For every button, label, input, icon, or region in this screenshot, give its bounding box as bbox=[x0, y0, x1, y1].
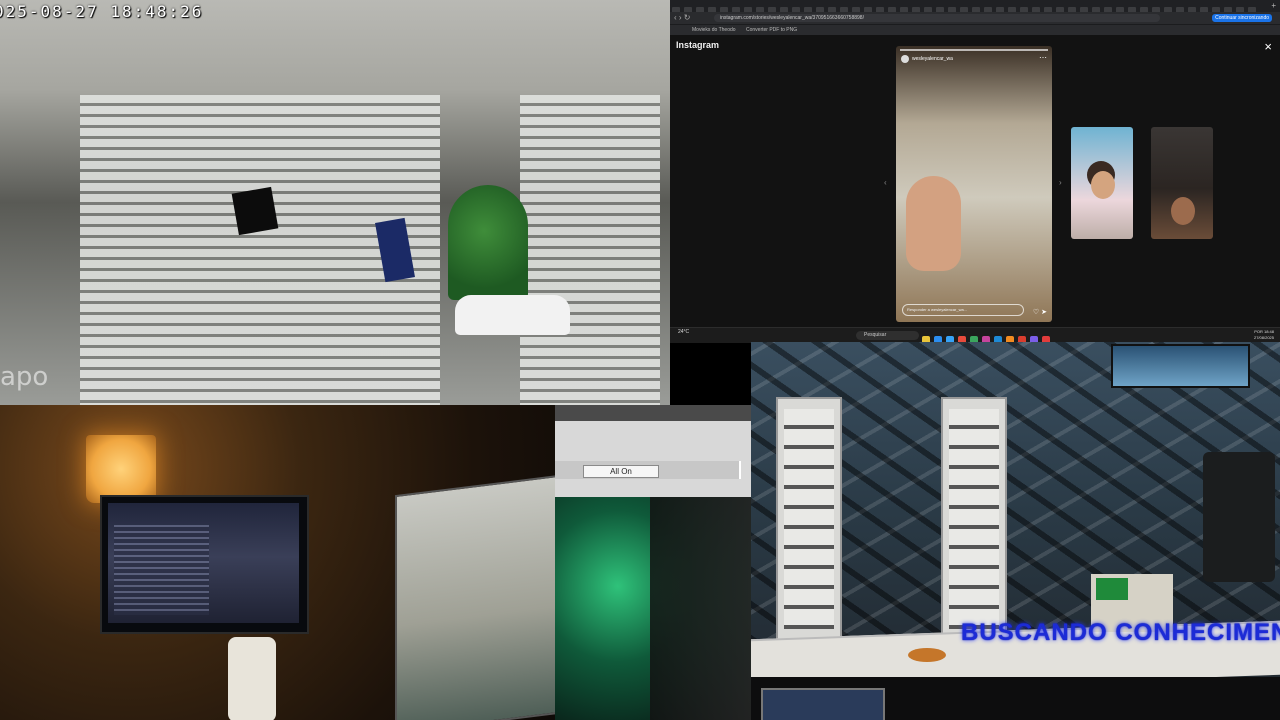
weather-widget[interactable]: 24°C bbox=[678, 330, 689, 335]
story-progress-bar bbox=[900, 49, 1048, 51]
previous-story-icon[interactable]: ‹ bbox=[884, 178, 887, 187]
camera-timestamp: 025-08-27 18:48:26 bbox=[0, 2, 204, 21]
clock-date: 27/08/2025 bbox=[1253, 335, 1274, 340]
nav-back-forward-reload-icons[interactable]: ‹ › ↻ bbox=[674, 13, 690, 23]
avatar[interactable] bbox=[901, 55, 909, 63]
window-blind-center bbox=[280, 95, 440, 405]
parked-car bbox=[455, 295, 570, 335]
window-blind-left bbox=[80, 95, 280, 405]
story-thumbnail[interactable] bbox=[1071, 127, 1133, 239]
hanging-bag bbox=[231, 186, 279, 236]
window-door-right bbox=[941, 397, 1007, 641]
story-reply-input[interactable]: Responder a wesleyalencar_wa... bbox=[902, 304, 1024, 316]
like-share-icons[interactable]: ♡ ➤ bbox=[1033, 308, 1047, 316]
new-tab-icon[interactable]: + bbox=[1271, 2, 1276, 10]
dialog-header bbox=[555, 405, 751, 421]
sync-button[interactable]: Continuar sincronizando bbox=[1212, 14, 1272, 22]
browser-window: + ‹ › ↻ instagram.com/stories/wesleyalen… bbox=[670, 0, 1280, 342]
instagram-story[interactable]: wesleyalencar_wa ⋯ Responder a wesleyale… bbox=[896, 46, 1052, 322]
address-bar-row: ‹ › ↻ instagram.com/stories/wesleyalenca… bbox=[670, 12, 1280, 24]
next-story-icon[interactable]: › bbox=[1059, 178, 1062, 187]
bookmarks-bar: Movieks do Theodo Converter PDF to PNG bbox=[670, 24, 1280, 35]
story-username[interactable]: wesleyalencar_wa bbox=[912, 56, 953, 62]
windows-taskbar: 24°C Pesquisar POR 18:48 27/08/2025 bbox=[670, 327, 1280, 343]
room-camera-feed bbox=[0, 405, 555, 720]
computer-monitor bbox=[100, 495, 309, 634]
green-box bbox=[1096, 578, 1128, 600]
street-tree bbox=[448, 185, 528, 300]
bookmark-item[interactable]: Movieks do Theodo bbox=[692, 26, 736, 34]
overlay-caption: BUSCANDO CONHECIMENTO bbox=[961, 619, 1280, 646]
close-icon[interactable]: × bbox=[1264, 40, 1272, 54]
whiteboard bbox=[395, 474, 555, 720]
face-image bbox=[1091, 171, 1115, 199]
clock-time: 18:48 bbox=[1263, 329, 1274, 334]
browser-tab-strip[interactable]: + bbox=[670, 0, 1280, 13]
camera-watermark: apo bbox=[0, 362, 49, 392]
face-image bbox=[1171, 197, 1195, 225]
taskbar-search[interactable]: Pesquisar bbox=[856, 331, 919, 340]
green-light-camera-feed bbox=[555, 497, 751, 720]
security-camera-feed: 025-08-27 18:48:26 apo bbox=[0, 0, 670, 405]
story-thumbnail[interactable] bbox=[1151, 127, 1213, 239]
jar bbox=[228, 637, 276, 720]
taskbar-app-icons[interactable] bbox=[920, 331, 1052, 343]
more-options-icon[interactable]: ⋯ bbox=[1039, 54, 1047, 62]
all-on-button[interactable]: All On bbox=[583, 465, 659, 478]
monitor-screen bbox=[108, 503, 299, 623]
studio-camera-feed: BUSCANDO CONHECIMENTO bbox=[751, 342, 1280, 720]
door-frame bbox=[650, 497, 751, 720]
table-lamp bbox=[86, 435, 156, 503]
bookmark-item[interactable]: Converter PDF to PNG bbox=[746, 26, 797, 34]
sticker bbox=[908, 648, 946, 662]
screen-content bbox=[114, 525, 209, 615]
story-image-hand bbox=[906, 176, 961, 271]
url-field[interactable]: instagram.com/stories/wesleyalencar_wa/3… bbox=[714, 14, 1160, 22]
system-clock[interactable]: POR 18:48 27/08/2025 bbox=[1254, 329, 1274, 341]
language-indicator[interactable]: POR bbox=[1254, 329, 1263, 334]
chair bbox=[1203, 452, 1275, 582]
laptop bbox=[761, 688, 885, 720]
instagram-logo[interactable]: Instagram bbox=[676, 40, 719, 50]
window-door-left bbox=[776, 397, 842, 641]
wall-tv bbox=[1111, 344, 1250, 388]
window-blind-right bbox=[520, 95, 660, 405]
control-dialog: All On bbox=[555, 405, 751, 499]
